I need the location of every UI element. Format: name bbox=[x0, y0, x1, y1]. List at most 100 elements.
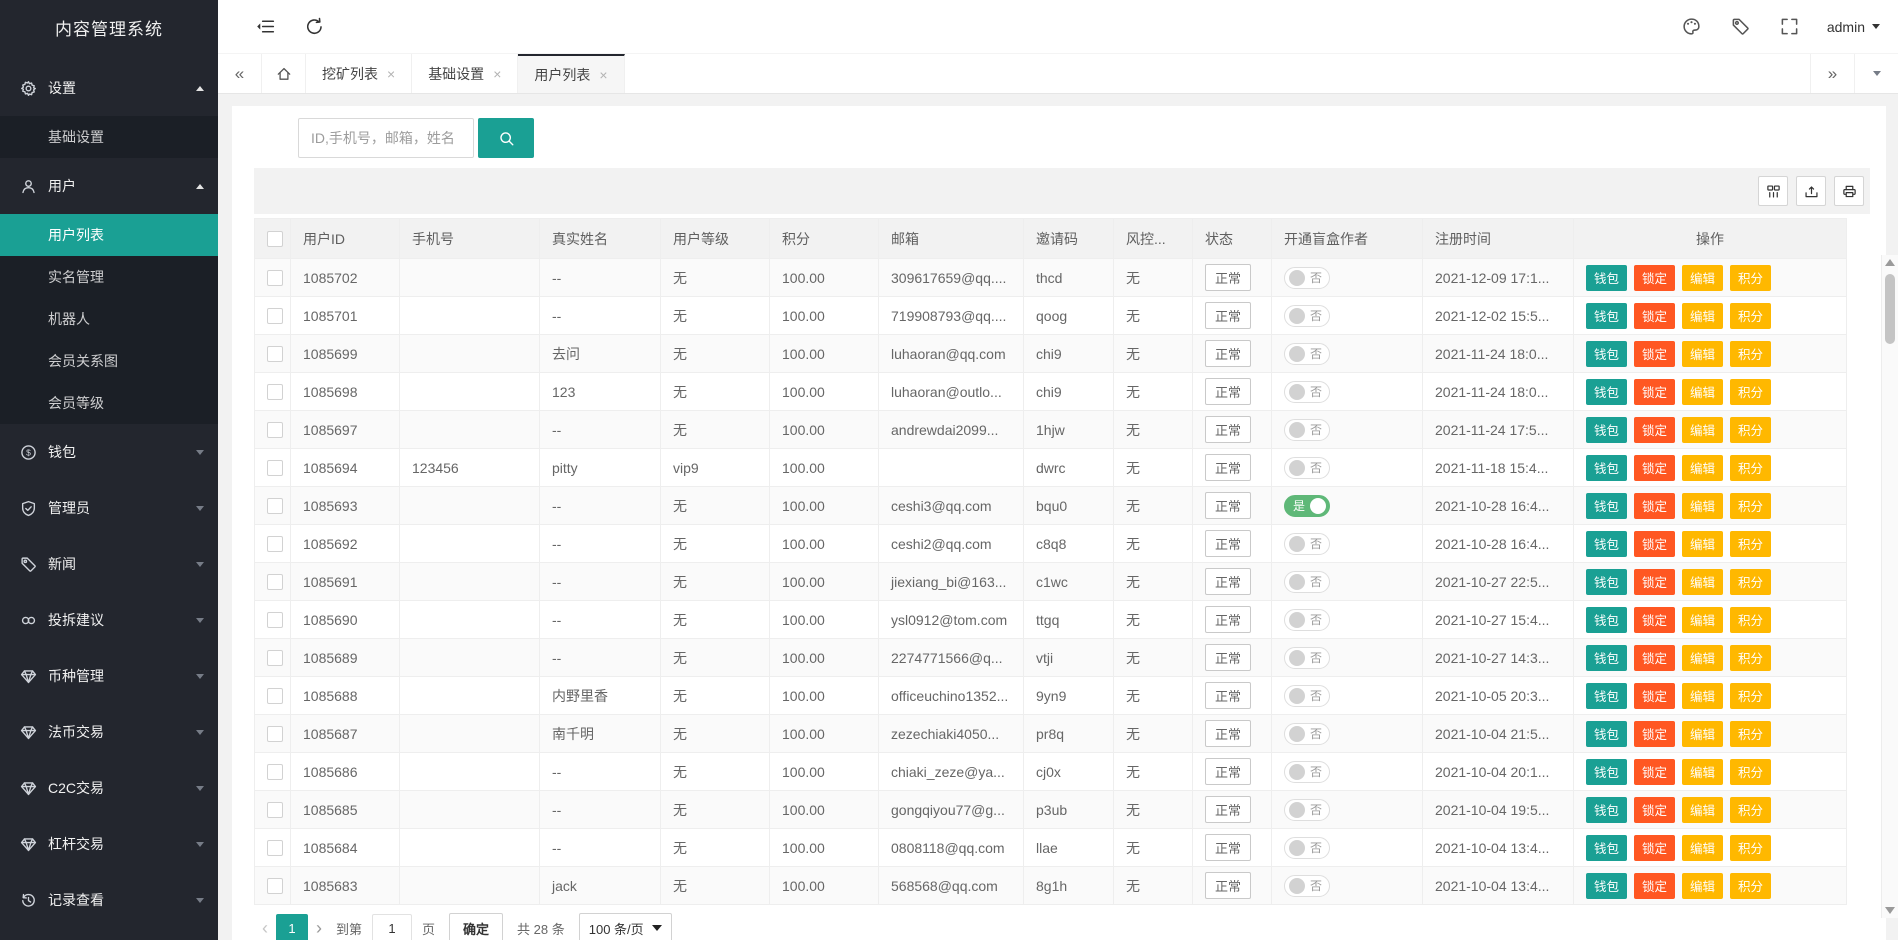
edit-button[interactable]: 编辑 bbox=[1682, 835, 1723, 861]
points-button[interactable]: 积分 bbox=[1730, 379, 1771, 405]
scrollbar-thumb[interactable] bbox=[1885, 274, 1895, 344]
sidebar-item-admins[interactable]: 管理员 bbox=[0, 480, 218, 536]
edit-button[interactable]: 编辑 bbox=[1682, 721, 1723, 747]
blind-box-toggle[interactable]: 否 bbox=[1284, 571, 1330, 593]
page-size-select[interactable]: 100 条/页 bbox=[579, 913, 672, 940]
row-checkbox[interactable] bbox=[267, 764, 283, 780]
row-checkbox[interactable] bbox=[267, 688, 283, 704]
blind-box-toggle[interactable]: 否 bbox=[1284, 799, 1330, 821]
close-icon[interactable]: × bbox=[599, 68, 607, 82]
points-button[interactable]: 积分 bbox=[1730, 341, 1771, 367]
blind-box-toggle[interactable]: 否 bbox=[1284, 381, 1330, 403]
sidebar-subitem-member-graph[interactable]: 会员关系图 bbox=[0, 340, 218, 382]
wallet-button[interactable]: 钱包 bbox=[1586, 531, 1627, 557]
row-checkbox[interactable] bbox=[267, 574, 283, 590]
edit-button[interactable]: 编辑 bbox=[1682, 607, 1723, 633]
status-button[interactable]: 正常 bbox=[1205, 758, 1251, 785]
wallet-button[interactable]: 钱包 bbox=[1586, 493, 1627, 519]
wallet-button[interactable]: 钱包 bbox=[1586, 873, 1627, 899]
lock-button[interactable]: 锁定 bbox=[1634, 341, 1675, 367]
wallet-button[interactable]: 钱包 bbox=[1586, 607, 1627, 633]
lock-button[interactable]: 锁定 bbox=[1634, 493, 1675, 519]
tab-基础设置[interactable]: 基础设置× bbox=[412, 54, 518, 93]
lock-button[interactable]: 锁定 bbox=[1634, 569, 1675, 595]
pagination-page-1[interactable]: 1 bbox=[276, 914, 308, 940]
pagination-prev[interactable]: ‹ bbox=[254, 918, 276, 939]
wallet-button[interactable]: 钱包 bbox=[1586, 303, 1627, 329]
sidebar-item-feedback[interactable]: 投拆建议 bbox=[0, 592, 218, 648]
fullscreen-icon[interactable] bbox=[1780, 17, 1799, 36]
status-button[interactable]: 正常 bbox=[1205, 568, 1251, 595]
points-button[interactable]: 积分 bbox=[1730, 569, 1771, 595]
lock-button[interactable]: 锁定 bbox=[1634, 379, 1675, 405]
edit-button[interactable]: 编辑 bbox=[1682, 645, 1723, 671]
points-button[interactable]: 积分 bbox=[1730, 607, 1771, 633]
status-button[interactable]: 正常 bbox=[1205, 644, 1251, 671]
blind-box-toggle[interactable]: 否 bbox=[1284, 457, 1330, 479]
lock-button[interactable]: 锁定 bbox=[1634, 607, 1675, 633]
row-checkbox[interactable] bbox=[267, 308, 283, 324]
points-button[interactable]: 积分 bbox=[1730, 835, 1771, 861]
row-checkbox[interactable] bbox=[267, 612, 283, 628]
row-checkbox[interactable] bbox=[267, 498, 283, 514]
edit-button[interactable]: 编辑 bbox=[1682, 759, 1723, 785]
print-icon[interactable] bbox=[1834, 176, 1864, 206]
row-checkbox[interactable] bbox=[267, 650, 283, 666]
edit-button[interactable]: 编辑 bbox=[1682, 493, 1723, 519]
status-button[interactable]: 正常 bbox=[1205, 340, 1251, 367]
sidebar-subitem-user-list[interactable]: 用户列表 bbox=[0, 214, 218, 256]
points-button[interactable]: 积分 bbox=[1730, 531, 1771, 557]
edit-button[interactable]: 编辑 bbox=[1682, 417, 1723, 443]
row-checkbox[interactable] bbox=[267, 536, 283, 552]
points-button[interactable]: 积分 bbox=[1730, 493, 1771, 519]
close-icon[interactable]: × bbox=[493, 67, 501, 81]
status-button[interactable]: 正常 bbox=[1205, 492, 1251, 519]
sidebar-item-wallet[interactable]: $钱包 bbox=[0, 424, 218, 480]
edit-button[interactable]: 编辑 bbox=[1682, 265, 1723, 291]
tag-icon[interactable] bbox=[1731, 17, 1750, 36]
status-button[interactable]: 正常 bbox=[1205, 606, 1251, 633]
status-button[interactable]: 正常 bbox=[1205, 264, 1251, 291]
scroll-down-icon[interactable] bbox=[1885, 907, 1895, 914]
lock-button[interactable]: 锁定 bbox=[1634, 683, 1675, 709]
user-menu[interactable]: admin bbox=[1827, 19, 1880, 35]
blind-box-toggle[interactable]: 否 bbox=[1284, 609, 1330, 631]
blind-box-toggle[interactable]: 否 bbox=[1284, 267, 1330, 289]
row-checkbox[interactable] bbox=[267, 802, 283, 818]
search-input[interactable] bbox=[298, 118, 474, 158]
wallet-button[interactable]: 钱包 bbox=[1586, 569, 1627, 595]
edit-button[interactable]: 编辑 bbox=[1682, 455, 1723, 481]
tab-挖矿列表[interactable]: 挖矿列表× bbox=[306, 54, 412, 93]
status-button[interactable]: 正常 bbox=[1205, 302, 1251, 329]
blind-box-toggle[interactable]: 否 bbox=[1284, 875, 1330, 897]
tab-home[interactable] bbox=[262, 54, 306, 93]
lock-button[interactable]: 锁定 bbox=[1634, 265, 1675, 291]
status-button[interactable]: 正常 bbox=[1205, 530, 1251, 557]
blind-box-toggle[interactable]: 否 bbox=[1284, 723, 1330, 745]
theme-palette-icon[interactable] bbox=[1682, 17, 1701, 36]
lock-button[interactable]: 锁定 bbox=[1634, 835, 1675, 861]
status-button[interactable]: 正常 bbox=[1205, 872, 1251, 899]
wallet-button[interactable]: 钱包 bbox=[1586, 417, 1627, 443]
points-button[interactable]: 积分 bbox=[1730, 683, 1771, 709]
edit-button[interactable]: 编辑 bbox=[1682, 873, 1723, 899]
tabs-scroll-right-icon[interactable]: » bbox=[1810, 54, 1854, 93]
points-button[interactable]: 积分 bbox=[1730, 265, 1771, 291]
status-button[interactable]: 正常 bbox=[1205, 796, 1251, 823]
sidebar-subitem-robot[interactable]: 机器人 bbox=[0, 298, 218, 340]
lock-button[interactable]: 锁定 bbox=[1634, 303, 1675, 329]
scroll-up-icon[interactable] bbox=[1885, 259, 1895, 266]
status-button[interactable]: 正常 bbox=[1205, 720, 1251, 747]
sidebar-subitem-member-level[interactable]: 会员等级 bbox=[0, 382, 218, 424]
refresh-icon[interactable] bbox=[305, 17, 324, 36]
wallet-button[interactable]: 钱包 bbox=[1586, 455, 1627, 481]
status-button[interactable]: 正常 bbox=[1205, 682, 1251, 709]
lock-button[interactable]: 锁定 bbox=[1634, 721, 1675, 747]
blind-box-toggle[interactable]: 否 bbox=[1284, 419, 1330, 441]
lock-button[interactable]: 锁定 bbox=[1634, 645, 1675, 671]
points-button[interactable]: 积分 bbox=[1730, 759, 1771, 785]
sidebar-subitem-basic-settings[interactable]: 基础设置 bbox=[0, 116, 218, 158]
lock-button[interactable]: 锁定 bbox=[1634, 531, 1675, 557]
sidebar-item-users[interactable]: 用户 bbox=[0, 158, 218, 214]
points-button[interactable]: 积分 bbox=[1730, 417, 1771, 443]
